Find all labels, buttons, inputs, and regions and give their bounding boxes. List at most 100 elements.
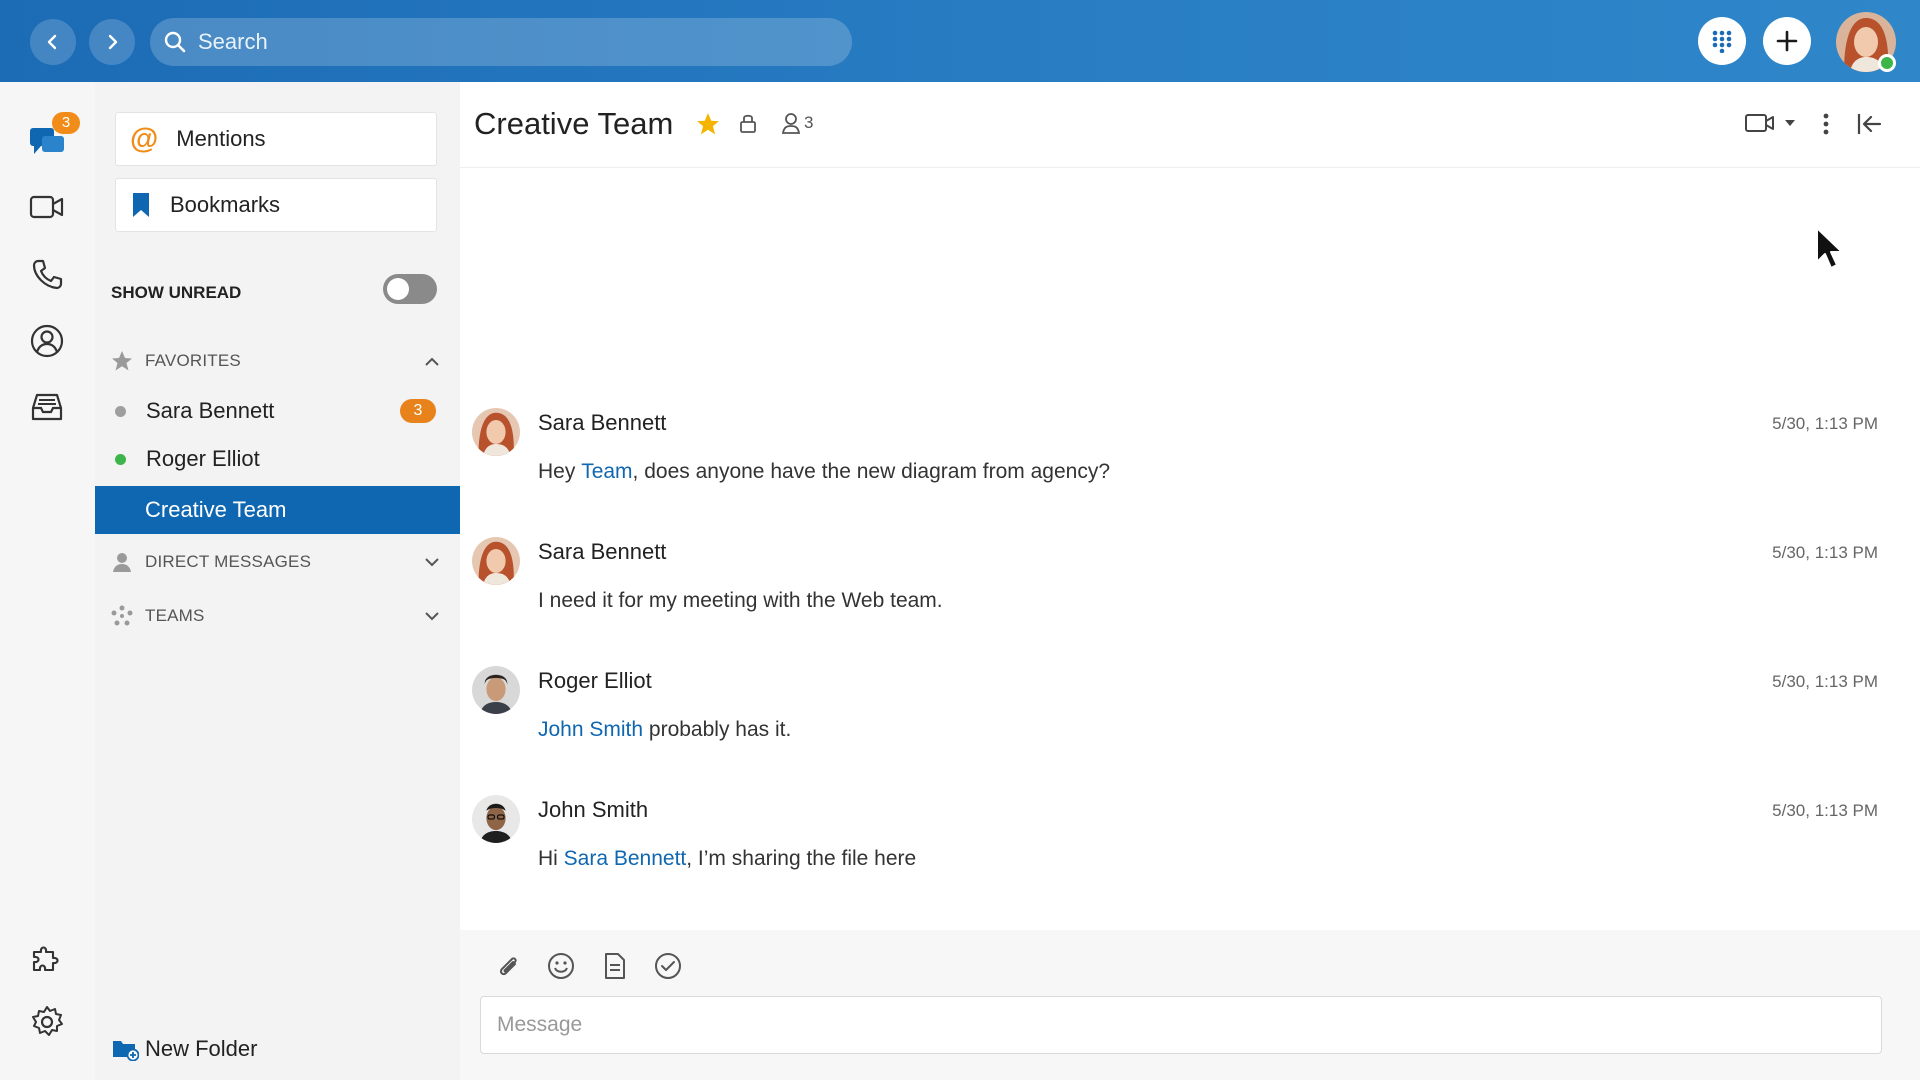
- new-folder-label: New Folder: [145, 1036, 258, 1061]
- avatar: [472, 537, 520, 585]
- message-time: 5/30, 1:13 PM: [1772, 414, 1878, 433]
- message-composer: [460, 930, 1920, 1080]
- bookmarks-label: Bookmarks: [170, 192, 281, 217]
- new-folder-icon: [113, 1041, 139, 1061]
- more-vertical-icon: [1823, 113, 1829, 135]
- favorite-creative-team[interactable]: Creative Team: [95, 486, 460, 534]
- show-unread-toggle[interactable]: [383, 274, 437, 304]
- message-time: 5/30, 1:13 PM: [1772, 672, 1878, 691]
- avatar-photo: [472, 537, 520, 585]
- online-status-dot: [1878, 54, 1896, 72]
- teams-header[interactable]: TEAMS: [111, 596, 441, 636]
- favorites-header[interactable]: FAVORITES: [111, 346, 441, 376]
- more-options-button[interactable]: [1822, 112, 1830, 136]
- message-text: I need it for my meeting with the Web te…: [538, 589, 943, 613]
- message-text-part: probably has it.: [643, 718, 792, 741]
- video-icon: [1745, 114, 1774, 132]
- avatar: [472, 408, 520, 456]
- attach-icon: [499, 957, 517, 976]
- person-icon: [113, 553, 131, 572]
- dialpad-icon: [1712, 30, 1732, 53]
- favorite-sara-bennett[interactable]: Sara Bennett 3: [95, 387, 460, 435]
- favorite-roger-elliot[interactable]: Roger Elliot: [95, 435, 460, 483]
- star-icon: [112, 351, 132, 371]
- message-text-part: , I’m sharing the file here: [686, 847, 917, 870]
- mentions-item[interactable]: @ Mentions: [115, 112, 437, 166]
- mention-link[interactable]: John Smith: [538, 718, 643, 741]
- app-rail: 3: [0, 82, 95, 1080]
- rail-meetings[interactable]: [26, 186, 68, 228]
- search-input[interactable]: [198, 29, 798, 55]
- message-text: John Smith probably has it.: [538, 718, 791, 742]
- direct-messages-header[interactable]: DIRECT MESSAGES: [111, 542, 441, 582]
- member-count: 3: [804, 113, 814, 132]
- star-icon: [697, 113, 719, 135]
- direct-messages-label: DIRECT MESSAGES: [145, 552, 312, 571]
- top-bar: [0, 0, 1920, 82]
- message-text-part: I need it for my meeting with the Web te…: [538, 589, 943, 612]
- bookmarks-item[interactable]: Bookmarks: [115, 178, 437, 232]
- mouse-cursor-icon: [1816, 227, 1843, 269]
- plus-icon: [1776, 30, 1798, 52]
- message-input[interactable]: [480, 996, 1882, 1054]
- chevron-right-icon: [108, 34, 118, 50]
- puzzle-icon: [32, 946, 59, 972]
- mention-link[interactable]: Team: [581, 460, 632, 483]
- rail-inbox[interactable]: [26, 386, 68, 428]
- settings-icon: [32, 1006, 63, 1036]
- favorite-label: Sara Bennett: [146, 398, 275, 423]
- caret-down-icon: [1785, 120, 1795, 126]
- message-author: Sara Bennett: [538, 539, 667, 564]
- show-unread-label: SHOW UNREAD: [111, 283, 242, 302]
- mention-link[interactable]: Sara Bennett: [564, 847, 687, 870]
- message-item: John Smith 5/30, 1:13 PM Hi Sara Bennett…: [460, 795, 1920, 915]
- phone-icon: [32, 259, 63, 290]
- check-circle-icon: [655, 953, 681, 979]
- message-author: John Smith: [538, 797, 649, 822]
- members-button[interactable]: 3: [781, 112, 813, 134]
- forward-button[interactable]: [89, 19, 135, 65]
- teams-icon: [111, 605, 133, 626]
- emoji-button[interactable]: [543, 948, 579, 984]
- message-item: Sara Bennett 5/30, 1:13 PM I need it for…: [460, 537, 1920, 657]
- new-item-button[interactable]: [1763, 17, 1811, 65]
- at-icon: @: [130, 122, 159, 155]
- favorite-label: Creative Team: [145, 497, 287, 522]
- message-item: Roger Elliot 5/30, 1:13 PM John Smith pr…: [460, 666, 1920, 786]
- message-text: Hi Sara Bennett, I’m sharing the file he…: [538, 847, 916, 871]
- rail-messages[interactable]: 3: [26, 112, 80, 162]
- back-button[interactable]: [30, 19, 76, 65]
- search-icon: [164, 31, 186, 53]
- mentions-label: Mentions: [176, 126, 266, 151]
- emoji-icon: [548, 953, 574, 979]
- dialpad-button[interactable]: [1698, 17, 1746, 65]
- note-button[interactable]: [597, 948, 633, 984]
- avatar: [472, 666, 520, 714]
- new-folder-button[interactable]: New Folder: [111, 1032, 441, 1066]
- attach-button[interactable]: [490, 948, 526, 984]
- status-dot: [115, 405, 126, 417]
- channel-header: Creative Team 3: [460, 82, 1920, 168]
- favorites-label: FAVORITES: [145, 351, 241, 370]
- rail-settings[interactable]: [26, 1001, 68, 1043]
- video-call-button[interactable]: [1744, 112, 1796, 134]
- note-icon: [605, 953, 625, 979]
- favorite-star-button[interactable]: [696, 112, 720, 136]
- avatar: [472, 795, 520, 843]
- search-bar[interactable]: [150, 18, 852, 66]
- chevron-down-icon: [425, 612, 439, 621]
- sidebar: @ Mentions Bookmarks SHOW UNREAD FAVORIT…: [95, 82, 460, 1080]
- teams-label: TEAMS: [145, 606, 205, 625]
- rail-phone[interactable]: [26, 253, 68, 295]
- rail-contacts[interactable]: [26, 320, 68, 362]
- collapse-panel-button[interactable]: [1856, 112, 1882, 136]
- inbox-icon: [31, 393, 63, 421]
- user-avatar[interactable]: [1836, 12, 1896, 72]
- avatar-photo: [472, 408, 520, 456]
- rail-integrations[interactable]: [26, 936, 68, 978]
- channel-title: Creative Team: [474, 106, 674, 141]
- avatar-photo: [472, 666, 520, 714]
- privacy-lock: [739, 112, 757, 134]
- favorite-label: Roger Elliot: [146, 446, 260, 471]
- task-button[interactable]: [650, 948, 686, 984]
